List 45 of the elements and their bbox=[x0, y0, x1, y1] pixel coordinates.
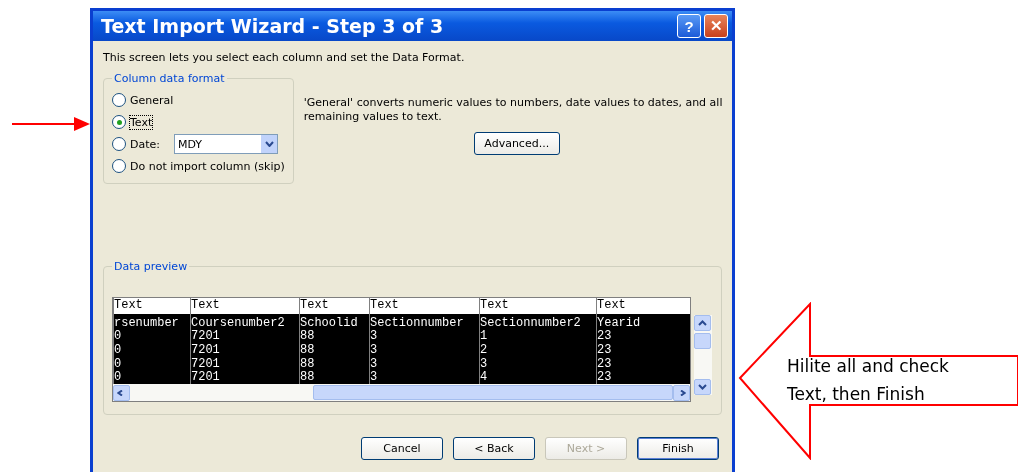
vertical-scrollbar[interactable] bbox=[694, 315, 712, 395]
preview-cell: 23 bbox=[597, 370, 690, 384]
column-format-header[interactable]: Text bbox=[300, 298, 369, 316]
radio-button[interactable] bbox=[112, 93, 126, 107]
preview-cell: 0 bbox=[114, 329, 190, 343]
help-button[interactable]: ? bbox=[677, 14, 701, 38]
column-format-header[interactable]: Text bbox=[370, 298, 479, 316]
intro-text: This screen lets you select each column and set the Data Format. bbox=[103, 51, 466, 64]
radio-button[interactable] bbox=[112, 159, 126, 173]
column-format-header[interactable]: Text bbox=[480, 298, 596, 316]
wizard-button[interactable]: Finish bbox=[637, 437, 719, 460]
preview-cell: 7201 bbox=[191, 370, 299, 384]
wizard-button[interactable]: Cancel bbox=[361, 437, 443, 460]
up-chevron-icon bbox=[698, 320, 707, 326]
column-format-header[interactable]: Text bbox=[191, 298, 299, 316]
radio-label: Date: bbox=[130, 137, 160, 151]
wizard-button[interactable]: < Back bbox=[453, 437, 535, 460]
column-format-header[interactable]: Text bbox=[597, 298, 690, 316]
date-format-dropdown[interactable]: MDY bbox=[174, 134, 278, 154]
preview-cell: 4 bbox=[480, 370, 596, 384]
scroll-thumb[interactable] bbox=[694, 333, 711, 349]
down-chevron-icon bbox=[698, 384, 707, 390]
radio-label: General bbox=[130, 93, 174, 107]
advanced-button[interactable]: Advanced... bbox=[473, 132, 560, 155]
horizontal-scrollbar[interactable] bbox=[113, 384, 690, 401]
preview-cell: 3 bbox=[370, 370, 479, 384]
preview-cell: 88 bbox=[300, 329, 369, 343]
group-legend: Data preview bbox=[112, 260, 190, 273]
radio-button[interactable] bbox=[112, 115, 126, 129]
close-button[interactable]: ✕ bbox=[704, 14, 728, 38]
preview-cell: 7201 bbox=[191, 329, 299, 343]
preview-cell: 23 bbox=[597, 329, 690, 343]
radio-label: Do not import column (skip) bbox=[130, 159, 285, 173]
preview-cell: 1 bbox=[480, 329, 596, 343]
preview-cell: 3 bbox=[370, 329, 479, 343]
preview-cell: 88 bbox=[300, 370, 369, 384]
preview-cell: 0 bbox=[114, 370, 190, 384]
group-legend: Column data format bbox=[112, 72, 227, 85]
radio-label: Text bbox=[130, 115, 153, 129]
window-title: Text Import Wizard - Step 3 of 3 bbox=[101, 15, 445, 37]
column-format-header[interactable]: Text bbox=[114, 298, 190, 316]
callout-text: Hilite all and check Text, then Finish bbox=[787, 355, 950, 406]
format-description: 'General' converts numeric values to numbers, date values to dates, and all remaining values to text. bbox=[303, 96, 724, 124]
radio-button[interactable] bbox=[112, 137, 126, 151]
scroll-thumb[interactable] bbox=[313, 385, 673, 400]
